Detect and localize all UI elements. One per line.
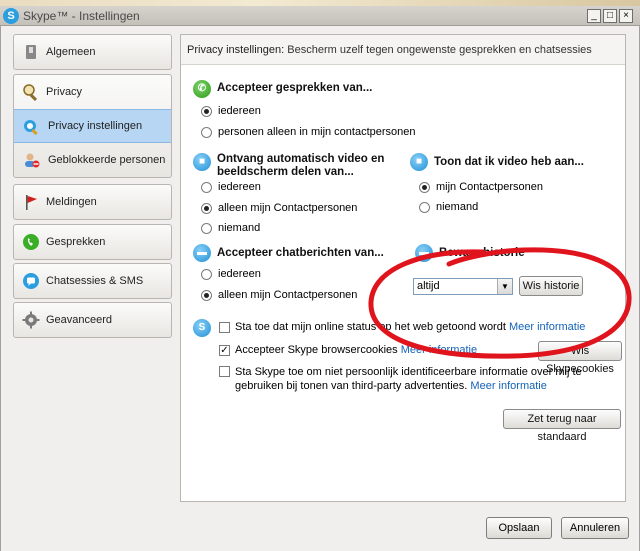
checkbox[interactable]: ✓ <box>219 345 230 356</box>
privacy-settings-icon <box>24 120 38 136</box>
sidebar-item-chatsessies[interactable]: Chatsessies & SMS <box>13 263 172 299</box>
radio-button[interactable] <box>201 202 212 214</box>
show-video-option-contacts[interactable]: mijn Contactpersonen <box>419 181 543 193</box>
radio-label: niemand <box>436 201 479 213</box>
cancel-button[interactable]: Annuleren <box>561 517 629 539</box>
radio-label: iedereen <box>218 105 261 117</box>
radio-button[interactable] <box>201 126 212 138</box>
sidebar-item-label: Meldingen <box>46 196 97 208</box>
radio-button[interactable] <box>419 201 430 213</box>
switch-icon <box>26 45 36 59</box>
radio-label: niemand <box>218 222 261 234</box>
sidebar-item-label: Algemeen <box>46 46 96 58</box>
chat-icon <box>23 273 39 289</box>
radio-button[interactable] <box>201 289 212 301</box>
phone-icon: ✆ <box>193 80 211 98</box>
radio-button[interactable] <box>201 222 212 234</box>
video-section-title: Ontvang automatisch video en beeldscherm… <box>217 153 385 178</box>
radio-label: iedereen <box>218 268 261 280</box>
clear-history-button[interactable]: Wis historie <box>519 276 583 296</box>
sidebar-item-label: Privacy <box>46 86 83 98</box>
radio-button[interactable] <box>201 268 212 280</box>
third-party-ads-option[interactable]: Sta Skype toe om niet persoonlijk identi… <box>219 365 619 393</box>
sidebar-item-label: Chatsessies & SMS <box>46 275 144 287</box>
radio-button[interactable] <box>419 181 430 193</box>
flag-icon <box>26 195 37 210</box>
radio-label: alleen mijn Contactpersonen <box>218 289 358 301</box>
select-value: altijd <box>417 280 440 292</box>
history-section-title: Bewaar historie <box>439 247 525 259</box>
radio-button[interactable] <box>201 105 212 117</box>
gear-icon <box>22 311 40 329</box>
title-bar[interactable]: S Skype™ - Instellingen _ □ × <box>0 6 640 26</box>
video-option-niemand[interactable]: niemand <box>201 222 260 234</box>
more-info-link[interactable]: Meer informatie <box>509 321 585 333</box>
video-option-contacts[interactable]: alleen mijn Contactpersonen <box>201 202 357 214</box>
chat-history-icon: ▬ <box>415 244 433 262</box>
more-info-link[interactable]: Meer informatie <box>470 380 546 392</box>
privacy-settings-panel: Privacy instellingen: Bescherm uzelf teg… <box>180 34 626 502</box>
reset-defaults-button[interactable]: Zet terug naar standaard <box>503 409 621 443</box>
sidebar-item-meldingen[interactable]: Meldingen <box>13 184 172 220</box>
cookies-option[interactable]: ✓ Accepteer Skype browsercookies Meer in… <box>219 344 477 356</box>
minimize-button[interactable]: _ <box>587 9 601 23</box>
save-button[interactable]: Opslaan <box>486 517 552 539</box>
more-info-link[interactable]: Meer informatie <box>401 344 477 356</box>
maximize-button[interactable]: □ <box>603 9 617 23</box>
radio-label: iedereen <box>218 181 261 193</box>
show-video-section-title: Toon dat ik video heb aan... <box>434 156 584 168</box>
sidebar-item-geblokkeerde-personen[interactable]: Geblokkeerde personen <box>14 143 171 177</box>
sidebar-item-label: Gesprekken <box>46 236 106 248</box>
close-button[interactable]: × <box>619 9 633 23</box>
panel-title: Privacy instellingen: <box>187 44 285 56</box>
calls-section-title: Accepteer gesprekken van... <box>217 82 373 94</box>
chat-option-contacts[interactable]: alleen mijn Contactpersonen <box>201 289 357 301</box>
sidebar-item-privacy[interactable]: Privacy <box>14 75 171 109</box>
video-icon: ■ <box>193 153 211 171</box>
sidebar-item-algemeen[interactable]: Algemeen <box>13 34 172 70</box>
checkbox[interactable] <box>219 322 230 333</box>
show-video-option-niemand[interactable]: niemand <box>419 201 478 213</box>
sidebar-item-gesprekken[interactable]: Gesprekken <box>13 224 172 260</box>
online-status-option[interactable]: Sta toe dat mijn online status op het we… <box>219 321 585 333</box>
sidebar-item-label: Geblokkeerde personen <box>48 154 166 166</box>
panel-header: Privacy instellingen: Bescherm uzelf teg… <box>181 35 625 65</box>
history-duration-select[interactable]: altijd ▼ <box>413 278 513 295</box>
radio-label: mijn Contactpersonen <box>436 181 544 193</box>
radio-label: alleen mijn Contactpersonen <box>218 202 358 214</box>
magnifier-icon <box>23 84 38 101</box>
chevron-down-icon[interactable]: ▼ <box>497 279 512 294</box>
calls-option-contacts[interactable]: personen alleen in mijn contactpersonen <box>201 126 416 138</box>
checkbox-label: Accepteer Skype browsercookies <box>235 344 398 356</box>
clear-skype-cookies-button[interactable]: Wis Skypecookies <box>538 341 622 375</box>
chat-option-iedereen[interactable]: iedereen <box>201 268 261 280</box>
calls-option-iedereen[interactable]: iedereen <box>201 105 261 117</box>
window-title: Skype™ - Instellingen <box>23 9 140 23</box>
video-option-iedereen[interactable]: iedereen <box>201 181 261 193</box>
radio-button[interactable] <box>201 181 212 193</box>
panel-subtitle: Bescherm uzelf tegen ongewenste gesprekk… <box>287 44 592 56</box>
sidebar-item-label: Privacy instellingen <box>48 120 143 132</box>
phone-icon <box>23 234 39 250</box>
settings-window: Algemeen Privacy Privacy instellingen Ge… <box>0 26 640 551</box>
sidebar-item-label: Geavanceerd <box>46 314 113 326</box>
sidebar-group-privacy: Privacy Privacy instellingen Geblokkeerd… <box>13 74 172 178</box>
chat-icon: ▬ <box>193 244 211 262</box>
blocked-person-icon <box>25 153 40 168</box>
radio-label: personen alleen in mijn contactpersonen <box>218 126 416 138</box>
sidebar-item-privacy-instellingen[interactable]: Privacy instellingen <box>14 109 171 143</box>
video-icon: ■ <box>410 153 428 171</box>
skype-app-icon: S <box>3 8 19 24</box>
chat-section-title: Accepteer chatberichten van... <box>217 247 384 259</box>
checkbox[interactable] <box>219 366 230 377</box>
sidebar-item-geavanceerd[interactable]: Geavanceerd <box>13 302 172 338</box>
skype-web-icon: S <box>193 319 211 337</box>
checkbox-label: Sta toe dat mijn online status op het we… <box>235 321 506 333</box>
